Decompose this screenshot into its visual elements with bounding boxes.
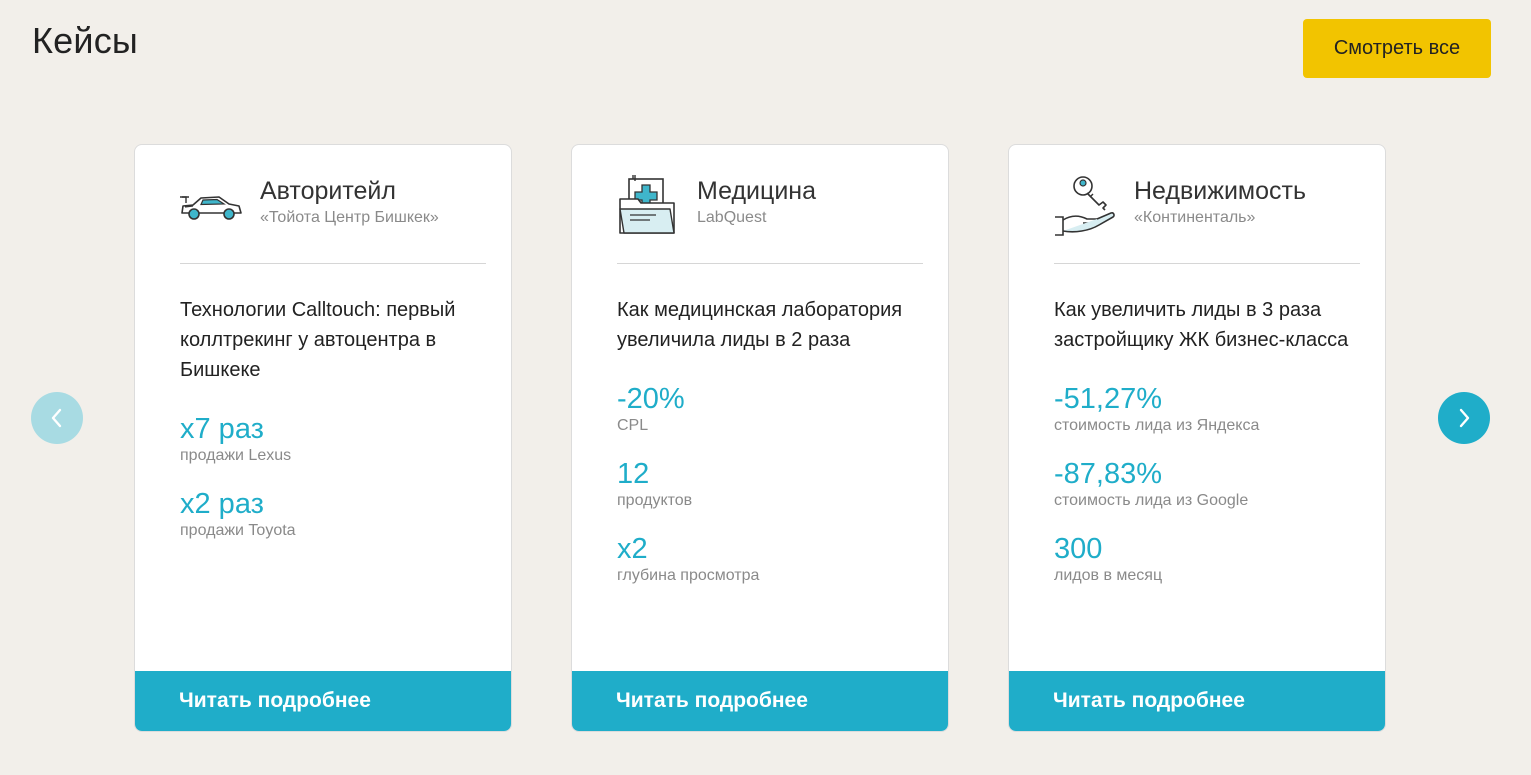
card-divider bbox=[617, 263, 923, 264]
case-client: «Тойота Центр Бишкек» bbox=[260, 209, 439, 226]
case-client: LabQuest bbox=[697, 209, 767, 226]
metric-label: стоимость лида из Яндекса bbox=[1054, 417, 1260, 434]
metric-label: продажи Lexus bbox=[180, 447, 292, 464]
metric-label: продажи Toyota bbox=[180, 522, 296, 539]
metric-value: х2 bbox=[617, 533, 648, 565]
case-metric: х7 раз продажи Lexus bbox=[180, 412, 291, 466]
case-metric: 300 лидов в месяц bbox=[1054, 532, 1162, 586]
view-all-button[interactable]: Смотреть все bbox=[1303, 19, 1491, 78]
metric-value: -87,83% bbox=[1054, 458, 1163, 490]
metric-label: CPL bbox=[617, 417, 649, 434]
metric-value: 12 bbox=[617, 458, 650, 490]
read-more-button[interactable]: Читать подробнее bbox=[1009, 671, 1385, 731]
metric-value: -20% bbox=[617, 383, 685, 415]
case-category: Авторитейл bbox=[260, 177, 396, 205]
case-metric: 12 продуктов bbox=[617, 457, 692, 511]
chevron-left-icon bbox=[51, 408, 62, 428]
case-category: Недвижимость bbox=[1134, 177, 1306, 205]
metric-value: х2 раз bbox=[180, 488, 264, 520]
metric-label: стоимость лида из Google bbox=[1054, 492, 1249, 509]
case-client: «Континенталь» bbox=[1134, 209, 1256, 226]
card-divider bbox=[180, 263, 486, 264]
case-metric: х2 раз продажи Toyota bbox=[180, 487, 296, 541]
metric-value: -51,27% bbox=[1054, 383, 1163, 415]
card-divider bbox=[1054, 263, 1360, 264]
read-more-button[interactable]: Читать подробнее bbox=[135, 671, 511, 731]
metric-value: х7 раз bbox=[180, 413, 264, 445]
medical-folder-icon bbox=[619, 175, 675, 234]
case-metric: х2 глубина просмотра bbox=[617, 532, 759, 586]
case-headline: Технологии Calltouch: первый коллтрекинг… bbox=[180, 299, 456, 381]
metric-label: глубина просмотра bbox=[617, 567, 760, 584]
case-card-medicine: Медицина LabQuest Как медицинская лабора… bbox=[571, 144, 949, 732]
case-headline: Как медицинская лаборатория увеличила ли… bbox=[617, 299, 903, 351]
metric-label: продуктов bbox=[617, 492, 693, 509]
metric-value: 300 bbox=[1054, 533, 1103, 565]
case-metric: -87,83% стоимость лида из Google bbox=[1054, 457, 1248, 511]
carousel-next-button[interactable] bbox=[1438, 392, 1490, 444]
case-metric: -51,27% стоимость лида из Яндекса bbox=[1054, 382, 1259, 436]
case-card-autoretail: Авторитейл «Тойота Центр Бишкек» Техноло… bbox=[134, 144, 512, 732]
page-title: Кейсы bbox=[32, 20, 138, 61]
case-category: Медицина bbox=[697, 177, 817, 205]
car-icon bbox=[180, 196, 242, 220]
case-card-real-estate: Недвижимость «Континенталь» Как увеличит… bbox=[1008, 144, 1386, 732]
key-in-hand-icon bbox=[1055, 176, 1115, 236]
chevron-right-icon bbox=[1459, 408, 1470, 428]
case-headline: Как увеличить лиды в 3 раза застройщику … bbox=[1054, 299, 1349, 351]
case-metric: -20% CPL bbox=[617, 382, 685, 436]
carousel-prev-button[interactable] bbox=[31, 392, 83, 444]
metric-label: лидов в месяц bbox=[1054, 567, 1163, 584]
read-more-button[interactable]: Читать подробнее bbox=[572, 671, 948, 731]
